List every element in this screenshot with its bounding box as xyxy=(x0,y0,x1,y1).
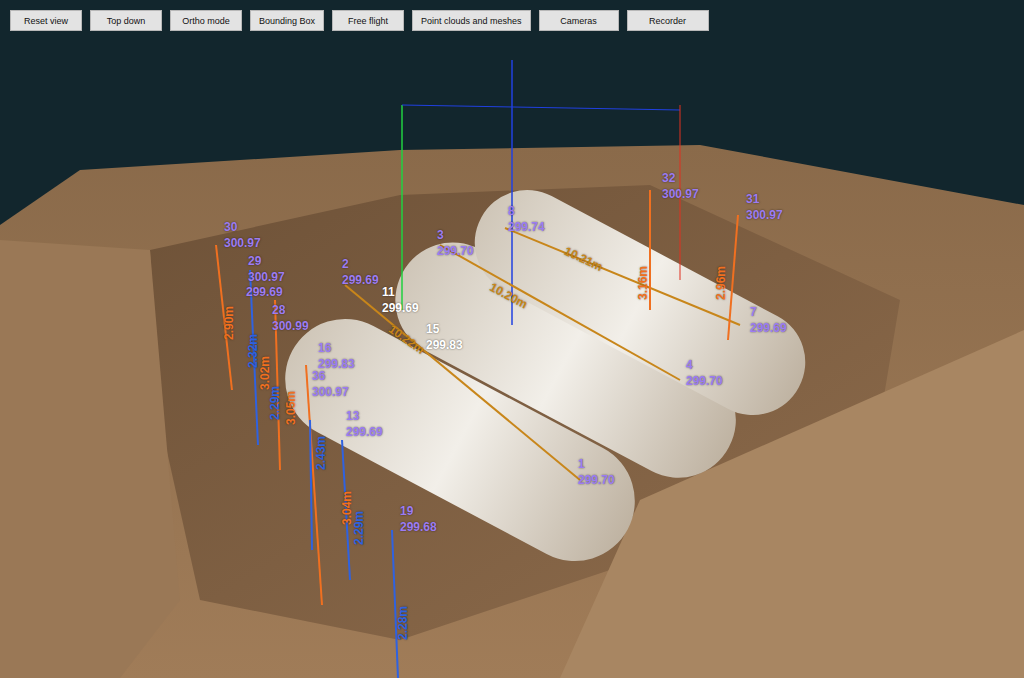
point-cloud-view[interactable] xyxy=(0,0,1024,678)
measurement-text: 2.43m xyxy=(314,436,328,470)
point-label[interactable]: 299.69 xyxy=(246,284,283,300)
point-label[interactable]: 32300.97 xyxy=(662,170,699,202)
measurement-label[interactable]: 2.28m xyxy=(396,606,410,640)
measurement-text: 2.29m xyxy=(268,386,282,420)
point-label[interactable]: 2299.69 xyxy=(342,256,379,288)
point-label[interactable]: 31300.97 xyxy=(746,191,783,223)
point-label-line: 8 xyxy=(508,203,545,219)
point-label-line: 28 xyxy=(272,302,309,318)
point-label[interactable]: 36300.97 xyxy=(312,368,349,400)
toolbar-button[interactable]: Free flight xyxy=(332,10,404,31)
point-label[interactable]: 1299.70 xyxy=(578,456,615,488)
point-label[interactable]: 29300.97 xyxy=(248,253,285,285)
point-label-line: 300.97 xyxy=(746,207,783,223)
toolbar-button[interactable]: Cameras xyxy=(539,10,619,31)
point-label-line: 300.97 xyxy=(248,269,285,285)
measurement-label[interactable]: 3.16m xyxy=(636,266,650,300)
point-label[interactable]: 16299.83 xyxy=(318,340,355,372)
point-label-line: 36 xyxy=(312,368,349,384)
point-label-line: 16 xyxy=(318,340,355,356)
point-label-line: 299.70 xyxy=(686,373,723,389)
point-label-line: 31 xyxy=(746,191,783,207)
point-label[interactable]: 30300.97 xyxy=(224,219,261,251)
point-label-line: 299.68 xyxy=(400,519,437,535)
measurement-text: 3.04m xyxy=(340,491,354,525)
point-label-line: 299.83 xyxy=(426,337,463,353)
point-label-line: 29 xyxy=(248,253,285,269)
measurement-text: 2.29m xyxy=(352,511,366,545)
point-label-line: 299.70 xyxy=(578,472,615,488)
point-label-line: 30 xyxy=(224,219,261,235)
measurement-label[interactable]: 2.29m xyxy=(268,386,282,420)
point-label-line: 299.74 xyxy=(508,219,545,235)
point-label-line: 299.70 xyxy=(437,243,474,259)
point-label-line: 299.69 xyxy=(382,300,419,316)
point-label[interactable]: 11299.69 xyxy=(382,284,419,316)
point-label[interactable]: 8299.74 xyxy=(508,203,545,235)
measurement-text: 3.05m xyxy=(284,391,298,425)
point-label-line: 15 xyxy=(426,321,463,337)
point-label-line: 7 xyxy=(750,304,787,320)
point-label[interactable]: 7299.69 xyxy=(750,304,787,336)
point-label[interactable]: 19299.68 xyxy=(400,503,437,535)
measurement-text: 2.32m xyxy=(246,334,260,368)
point-label-line: 299.69 xyxy=(750,320,787,336)
toolbar-button[interactable]: Recorder xyxy=(627,10,709,31)
measurement-text: 3.16m xyxy=(636,266,650,300)
point-label-line: 300.97 xyxy=(224,235,261,251)
point-label[interactable]: 4299.70 xyxy=(686,357,723,389)
point-label-line: 2 xyxy=(342,256,379,272)
point-label[interactable]: 28300.99 xyxy=(272,302,309,334)
point-label[interactable]: 13299.69 xyxy=(346,408,383,440)
toolbar-button[interactable]: Top down xyxy=(90,10,162,31)
point-label-line: 19 xyxy=(400,503,437,519)
point-label-line: 3 xyxy=(437,227,474,243)
point-label[interactable]: 15299.83 xyxy=(426,321,463,353)
toolbar-button[interactable]: Bounding Box xyxy=(250,10,324,31)
measurement-label[interactable]: 3.05m xyxy=(284,391,298,425)
measurement-label[interactable]: 2.29m xyxy=(352,511,366,545)
measurement-text: 2.90m xyxy=(222,306,236,340)
point-label-line: 299.69 xyxy=(342,272,379,288)
measurement-label[interactable]: 3.04m xyxy=(340,491,354,525)
toolbar-button[interactable]: Point clouds and meshes xyxy=(412,10,531,31)
toolbar: Reset view Top down Ortho mode Bounding Box… xyxy=(0,0,1024,31)
point-label-line: 1 xyxy=(578,456,615,472)
point-label[interactable]: 3299.70 xyxy=(437,227,474,259)
measurement-label[interactable]: 2.32m xyxy=(246,334,260,368)
measurement-text: 2.28m xyxy=(396,606,410,640)
point-label-line: 299.69 xyxy=(246,284,283,300)
point-label-line: 11 xyxy=(382,284,419,300)
toolbar-button[interactable]: Ortho mode xyxy=(170,10,242,31)
measurement-label[interactable]: 3.02m xyxy=(258,356,272,390)
measurement-label[interactable]: 2.96m xyxy=(714,266,728,300)
measurement-label[interactable]: 2.43m xyxy=(314,436,328,470)
point-label-line: 300.99 xyxy=(272,318,309,334)
point-label-line: 299.69 xyxy=(346,424,383,440)
point-label-line: 300.97 xyxy=(312,384,349,400)
point-label-line: 32 xyxy=(662,170,699,186)
measurement-text: 2.96m xyxy=(714,266,728,300)
point-label-line: 13 xyxy=(346,408,383,424)
toolbar-button[interactable]: Reset view xyxy=(10,10,82,31)
measurement-text: 3.02m xyxy=(258,356,272,390)
measurement-label[interactable]: 2.90m xyxy=(222,306,236,340)
point-label-line: 4 xyxy=(686,357,723,373)
point-label-line: 300.97 xyxy=(662,186,699,202)
